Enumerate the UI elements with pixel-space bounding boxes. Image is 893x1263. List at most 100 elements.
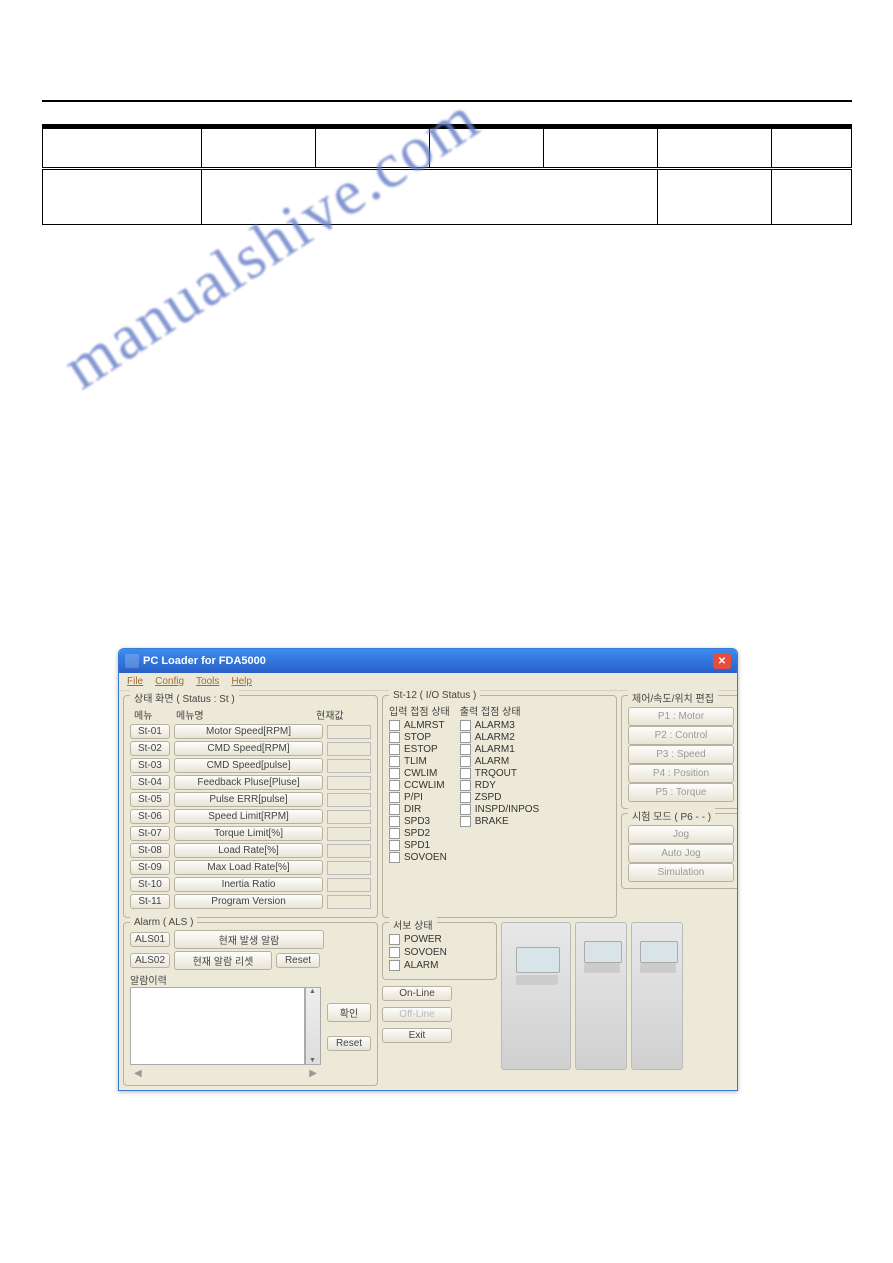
- status-name-button[interactable]: Inertia Ratio: [174, 877, 323, 892]
- checkbox[interactable]: [460, 732, 471, 743]
- test-button[interactable]: Auto Jog: [628, 844, 734, 863]
- checkbox[interactable]: [389, 768, 400, 779]
- exit-button[interactable]: Exit: [382, 1028, 452, 1043]
- scrollbar[interactable]: [305, 987, 321, 1065]
- checkbox[interactable]: [460, 816, 471, 827]
- checkbox[interactable]: [460, 780, 471, 791]
- io-row: RDY: [460, 780, 539, 791]
- menu-config[interactable]: Config: [155, 676, 184, 687]
- menu-tools[interactable]: Tools: [196, 676, 219, 687]
- io-row: ZSPD: [460, 792, 539, 803]
- checkbox[interactable]: [460, 768, 471, 779]
- checkbox[interactable]: [389, 804, 400, 815]
- alarm-group: Alarm ( ALS ) ALS01 현재 발생 알람 ALS02 현재 알람…: [123, 922, 378, 1086]
- status-code-button[interactable]: St-08: [130, 843, 170, 858]
- status-value: [327, 895, 371, 909]
- checkbox[interactable]: [460, 744, 471, 755]
- close-icon[interactable]: ✕: [713, 653, 731, 669]
- status-code-button[interactable]: St-04: [130, 775, 170, 790]
- menubar[interactable]: File Config Tools Help: [119, 673, 737, 691]
- checkbox[interactable]: [389, 792, 400, 803]
- status-name-button[interactable]: CMD Speed[pulse]: [174, 758, 323, 773]
- window-title: PC Loader for FDA5000: [143, 655, 266, 667]
- status-code-button[interactable]: St-05: [130, 792, 170, 807]
- status-row: St-06 Speed Limit[RPM]: [130, 809, 371, 824]
- io-label: ALARM1: [475, 744, 515, 755]
- checkbox[interactable]: [460, 756, 471, 767]
- status-name-button[interactable]: Load Rate[%]: [174, 843, 323, 858]
- control-button[interactable]: P3 : Speed: [628, 745, 734, 764]
- io-label: ALMRST: [404, 720, 445, 731]
- status-code-button[interactable]: St-09: [130, 860, 170, 875]
- als01-button[interactable]: ALS01: [130, 932, 170, 947]
- als01-name[interactable]: 현재 발생 알람: [174, 930, 324, 949]
- io-row: ALARM3: [460, 720, 539, 731]
- checkbox[interactable]: [460, 792, 471, 803]
- io-row: SPD3: [389, 816, 450, 827]
- checkbox[interactable]: [389, 816, 400, 827]
- checkbox[interactable]: [460, 804, 471, 815]
- checkbox[interactable]: [389, 780, 400, 791]
- io-label: BRAKE: [475, 816, 509, 827]
- test-button[interactable]: Jog: [628, 825, 734, 844]
- control-button[interactable]: P1 : Motor: [628, 707, 734, 726]
- checkbox[interactable]: [389, 852, 400, 863]
- status-value: [327, 861, 371, 875]
- checkbox[interactable]: [389, 732, 400, 743]
- status-name-button[interactable]: Motor Speed[RPM]: [174, 724, 323, 739]
- io-row: SOVOEN: [389, 852, 450, 863]
- history-reset-button[interactable]: Reset: [327, 1036, 371, 1051]
- checkbox[interactable]: [389, 947, 400, 958]
- status-name-button[interactable]: Max Load Rate[%]: [174, 860, 323, 875]
- als02-button[interactable]: ALS02: [130, 953, 170, 968]
- status-name-button[interactable]: Pulse ERR[pulse]: [174, 792, 323, 807]
- status-code-button[interactable]: St-11: [130, 894, 170, 909]
- menu-file[interactable]: File: [127, 676, 143, 687]
- status-name-button[interactable]: Feedback Pluse[Pluse]: [174, 775, 323, 790]
- status-name-button[interactable]: Program Version: [174, 894, 323, 909]
- status-code-button[interactable]: St-10: [130, 877, 170, 892]
- checkbox[interactable]: [389, 720, 400, 731]
- als-reset-button[interactable]: Reset: [276, 953, 320, 968]
- io-status-group: St-12 ( I/O Status ) 입력 접점 상태 ALMRST STO…: [382, 695, 617, 918]
- io-row: ALARM1: [460, 744, 539, 755]
- online-button[interactable]: On-Line: [382, 986, 452, 1001]
- app-icon: [125, 654, 139, 668]
- status-code-button[interactable]: St-06: [130, 809, 170, 824]
- checkbox[interactable]: [460, 720, 471, 731]
- checkbox[interactable]: [389, 934, 400, 945]
- menu-help[interactable]: Help: [231, 676, 252, 687]
- status-name-button[interactable]: CMD Speed[RPM]: [174, 741, 323, 756]
- io-row: ESTOP: [389, 744, 450, 755]
- checkbox[interactable]: [389, 960, 400, 971]
- als02-name[interactable]: 현재 알람 리셋: [174, 951, 272, 970]
- checkbox[interactable]: [389, 756, 400, 767]
- alarm-history-box[interactable]: [130, 987, 305, 1065]
- status-code-button[interactable]: St-02: [130, 741, 170, 756]
- checkbox[interactable]: [389, 840, 400, 851]
- io-row: P/PI: [389, 792, 450, 803]
- alarm-history-label: 알람이력: [130, 972, 371, 987]
- status-name-button[interactable]: Torque Limit[%]: [174, 826, 323, 841]
- servo-item: SOVOEN: [389, 947, 490, 958]
- drive-images: [501, 922, 733, 1086]
- status-code-button[interactable]: St-07: [130, 826, 170, 841]
- test-button[interactable]: Simulation: [628, 863, 734, 882]
- status-name-button[interactable]: Speed Limit[RPM]: [174, 809, 323, 824]
- status-value: [327, 878, 371, 892]
- checkbox[interactable]: [389, 744, 400, 755]
- status-row: St-07 Torque Limit[%]: [130, 826, 371, 841]
- control-button[interactable]: P4 : Position: [628, 764, 734, 783]
- io-label: P/PI: [404, 792, 423, 803]
- offline-button[interactable]: Off-Line: [382, 1007, 452, 1022]
- status-code-button[interactable]: St-01: [130, 724, 170, 739]
- control-button[interactable]: P5 : Torque: [628, 783, 734, 802]
- drive-image-large: [501, 922, 571, 1070]
- status-code-button[interactable]: St-03: [130, 758, 170, 773]
- control-button[interactable]: P2 : Control: [628, 726, 734, 745]
- io-row: ALARM: [460, 756, 539, 767]
- io-row: ALARM2: [460, 732, 539, 743]
- confirm-button[interactable]: 확인: [327, 1003, 371, 1022]
- io-row: DIR: [389, 804, 450, 815]
- checkbox[interactable]: [389, 828, 400, 839]
